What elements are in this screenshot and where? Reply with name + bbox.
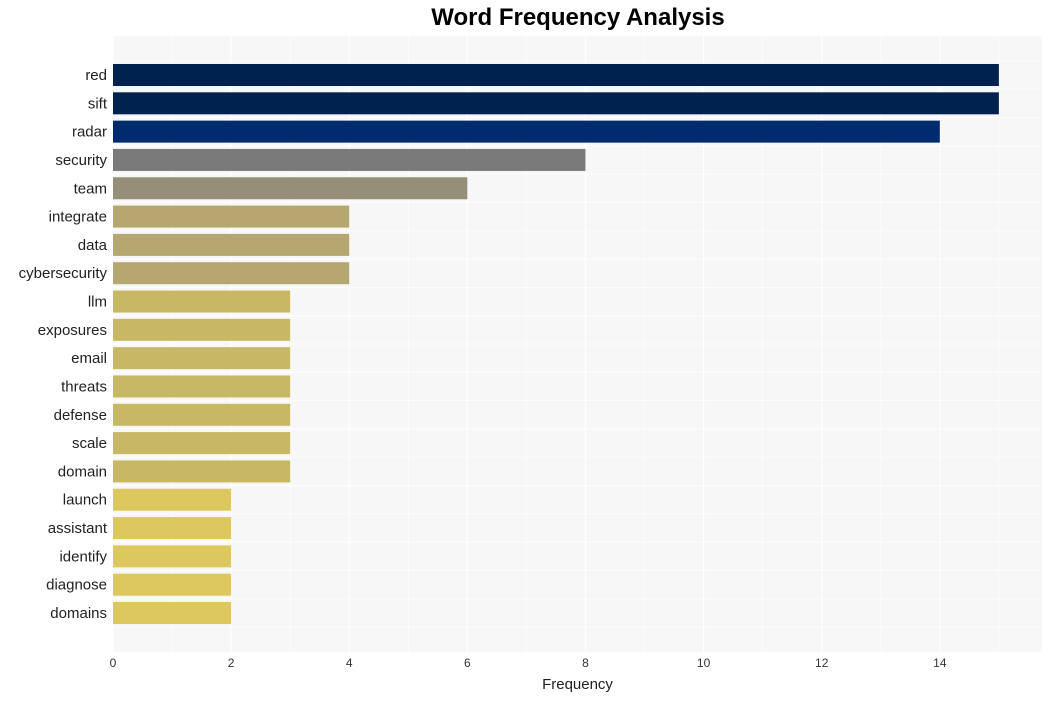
category-label: launch [63, 492, 107, 509]
bar-red [113, 64, 999, 86]
category-label: domains [50, 605, 107, 622]
category-label: sift [88, 95, 108, 112]
bar-security [113, 148, 586, 171]
x-tick-label: 12 [815, 656, 829, 670]
x-tick-label: 4 [346, 656, 353, 670]
x-axis-label: Frequency [542, 676, 613, 693]
bar-llm [113, 290, 291, 313]
category-label: data [78, 237, 108, 254]
bar-launch [113, 488, 232, 511]
x-tick-label: 2 [228, 656, 235, 670]
category-label: domain [58, 463, 107, 480]
x-tick-label: 10 [697, 656, 711, 670]
category-labels: red sift radar security team integrate data cyb… [19, 67, 108, 622]
bar-threats [113, 375, 291, 398]
bar-data [113, 233, 350, 256]
bar-sift [113, 92, 999, 115]
bar-scale [113, 432, 291, 455]
bar-team [113, 177, 468, 200]
category-label: llm [88, 294, 107, 311]
category-label: exposures [38, 322, 107, 339]
x-tick-label: 14 [933, 656, 947, 670]
bar-chart: red sift radar security team integrate data cyb… [19, 36, 1042, 693]
category-label: integrate [49, 209, 107, 226]
x-tick-label: 8 [582, 656, 589, 670]
category-label: scale [72, 435, 107, 452]
category-label: identify [59, 548, 107, 565]
bar-email [113, 347, 291, 370]
category-label: cybersecurity [19, 265, 108, 282]
category-label: team [74, 180, 107, 197]
bar-assistant [113, 517, 232, 540]
category-label: security [55, 152, 107, 169]
x-tick-labels: 0 2 4 6 8 10 12 14 [110, 656, 947, 670]
bar-integrate [113, 205, 350, 228]
bar-exposures [113, 318, 291, 341]
bar-diagnose [113, 573, 232, 596]
category-label: threats [61, 378, 107, 395]
bar-domain [113, 460, 291, 483]
bar-identify [113, 545, 232, 568]
category-label: diagnose [46, 577, 107, 594]
category-label: defense [54, 407, 107, 424]
bar-domains [113, 602, 232, 624]
category-label: radar [72, 124, 107, 141]
x-tick-label: 6 [464, 656, 471, 670]
bar-cybersecurity [113, 262, 350, 285]
x-tick-label: 0 [110, 656, 117, 670]
category-label: email [71, 350, 107, 367]
bar-defense [113, 403, 291, 426]
category-label: red [85, 67, 107, 84]
category-label: assistant [48, 520, 108, 537]
bar-radar [113, 120, 940, 143]
